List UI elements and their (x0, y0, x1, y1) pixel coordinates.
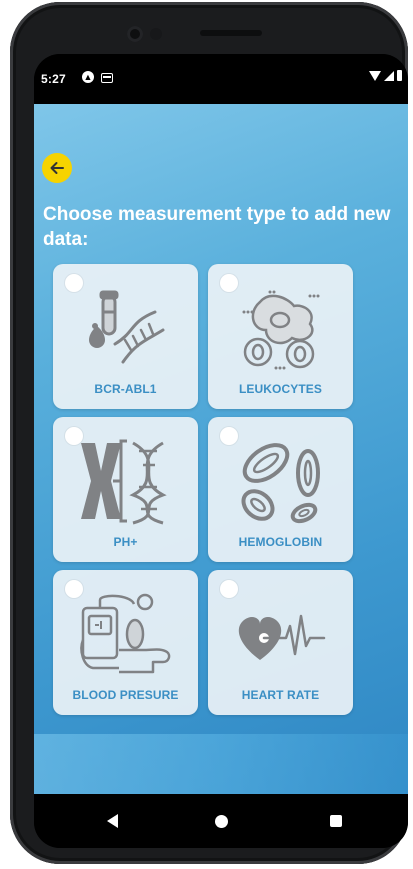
dna-test-tube-icon (89, 290, 165, 364)
page-title: Choose measurement type to add new data: (43, 204, 391, 250)
measurement-card-hemoglobin[interactable]: HEMOGLOBIN (208, 417, 353, 562)
blood-pressure-monitor-icon (80, 593, 171, 674)
battery-icon (397, 70, 402, 81)
leukocyte-cells-icon (242, 290, 320, 370)
message-icon (101, 73, 113, 83)
nav-home-icon[interactable] (215, 815, 228, 828)
red-blood-cells-icon (241, 443, 320, 524)
earpiece-speaker (200, 30, 262, 36)
wifi-icon (369, 70, 381, 81)
front-camera (127, 26, 143, 42)
screen: 5:27 ▲ Choose measurement type to add ne… (34, 54, 408, 848)
phone-frame: 5:27 ▲ Choose measurement type to add ne… (10, 2, 408, 864)
measurement-label: HEART RATE (241, 688, 320, 702)
measurement-label: HEMOGLOBIN (238, 535, 323, 549)
measurement-card-heart-rate[interactable]: HEART RATE (208, 570, 353, 715)
measurement-card-ph-plus[interactable]: PH+ (53, 417, 198, 562)
measurement-card-leukocytes[interactable]: LEUKOCYTES (208, 264, 353, 409)
chromosome-dna-icon (81, 439, 167, 525)
heart-rate-icon (238, 614, 326, 660)
android-notification-icon: ▲ (82, 71, 94, 83)
status-time: 5:27 (41, 72, 66, 86)
navigation-bar (34, 794, 408, 848)
signal-icon (384, 70, 394, 81)
nav-back-icon[interactable] (107, 814, 118, 828)
measurement-label: LEUKOCYTES (238, 382, 322, 396)
measurement-card-blood-pressure[interactable]: BLOOD PRESURE (53, 570, 198, 715)
app-content: Choose measurement type to add new data: (34, 104, 408, 794)
measurement-card-bcr-abl1[interactable]: BCR-ABL1 (53, 264, 198, 409)
arrow-left-icon (50, 162, 64, 174)
measurement-label: PH+ (113, 535, 138, 549)
status-right-icons (369, 70, 402, 81)
nav-recents-icon[interactable] (330, 815, 342, 827)
measurement-label: BCR-ABL1 (94, 382, 157, 396)
measurement-label: BLOOD PRESURE (72, 688, 179, 702)
status-bar: 5:27 ▲ (34, 54, 408, 104)
back-button[interactable] (42, 153, 72, 183)
proximity-sensor (150, 28, 162, 40)
